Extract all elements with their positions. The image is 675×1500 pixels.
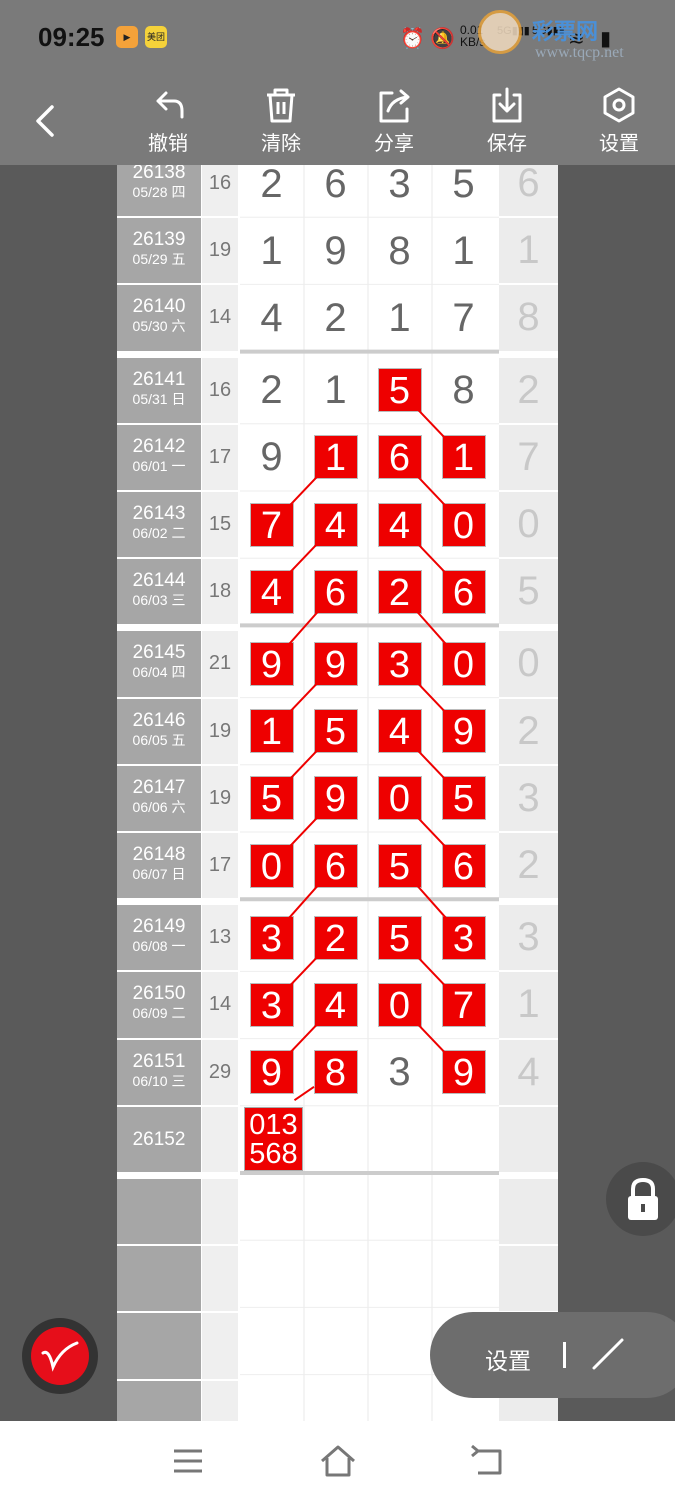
settings-label: 设置 — [599, 133, 639, 155]
hexagon-settings-icon — [603, 87, 635, 123]
clock: 09:25 — [38, 22, 105, 52]
home-icon[interactable] — [318, 1439, 358, 1483]
watermark-url: www.tqcp.net — [535, 44, 624, 61]
lock-icon — [628, 1177, 658, 1220]
share-label: 分享 — [374, 133, 414, 155]
back-icon[interactable] — [468, 1439, 508, 1483]
line-tool-icon[interactable] — [588, 1334, 628, 1374]
menu-icon[interactable] — [170, 1439, 206, 1483]
grid-lines — [240, 165, 499, 1421]
system-nav-bar — [0, 1421, 675, 1500]
undo-label: 撤销 — [148, 133, 188, 155]
share-button[interactable]: 分享 — [354, 81, 434, 156]
draw-table: 26138 05/28 四 16 2 6 3 5 6 26139 05/29 五 19 1 9 8 1 1 26… — [117, 165, 558, 1421]
watermark-logo — [478, 10, 522, 54]
video-app-icon: ▶ — [116, 26, 138, 48]
trash-icon — [267, 88, 295, 123]
app-screen: { "status": { "time": "09:25", "app_icon… — [0, 0, 675, 1500]
watermark-title: 彩票网 — [532, 20, 599, 45]
divider — [563, 1342, 566, 1368]
undo-button[interactable]: 撤销 — [128, 81, 208, 156]
toolbar: 撤销 清除 分享 保存 设置 — [0, 75, 675, 165]
back-arrow-icon[interactable] — [30, 103, 60, 139]
brush-icon — [31, 1327, 89, 1385]
brush-button[interactable] — [22, 1318, 98, 1394]
download-icon — [492, 87, 522, 123]
settings-button[interactable]: 设置 — [579, 81, 659, 156]
status-bar: 09:25 ▶ 美团 ⏰ 🔕 0.01 KB/s 5G▮▮▮ 5G▮▮▮ ≋ ▮… — [0, 0, 675, 75]
share-icon — [379, 89, 410, 123]
clear-label: 清除 — [261, 133, 301, 155]
lock-button[interactable] — [606, 1162, 675, 1236]
mute-icon: 🔕 — [430, 28, 455, 50]
save-label: 保存 — [487, 133, 527, 155]
coupon-app-icon: 美团 — [145, 26, 167, 48]
trend-lines — [240, 165, 499, 1421]
floating-settings-button[interactable]: 设置 — [485, 1342, 531, 1376]
clear-button[interactable]: 清除 — [241, 81, 321, 156]
floating-settings-bar: 设置 — [430, 1312, 675, 1398]
alarm-icon: ⏰ — [400, 28, 425, 50]
save-button[interactable]: 保存 — [467, 81, 547, 156]
undo-icon — [156, 91, 184, 119]
